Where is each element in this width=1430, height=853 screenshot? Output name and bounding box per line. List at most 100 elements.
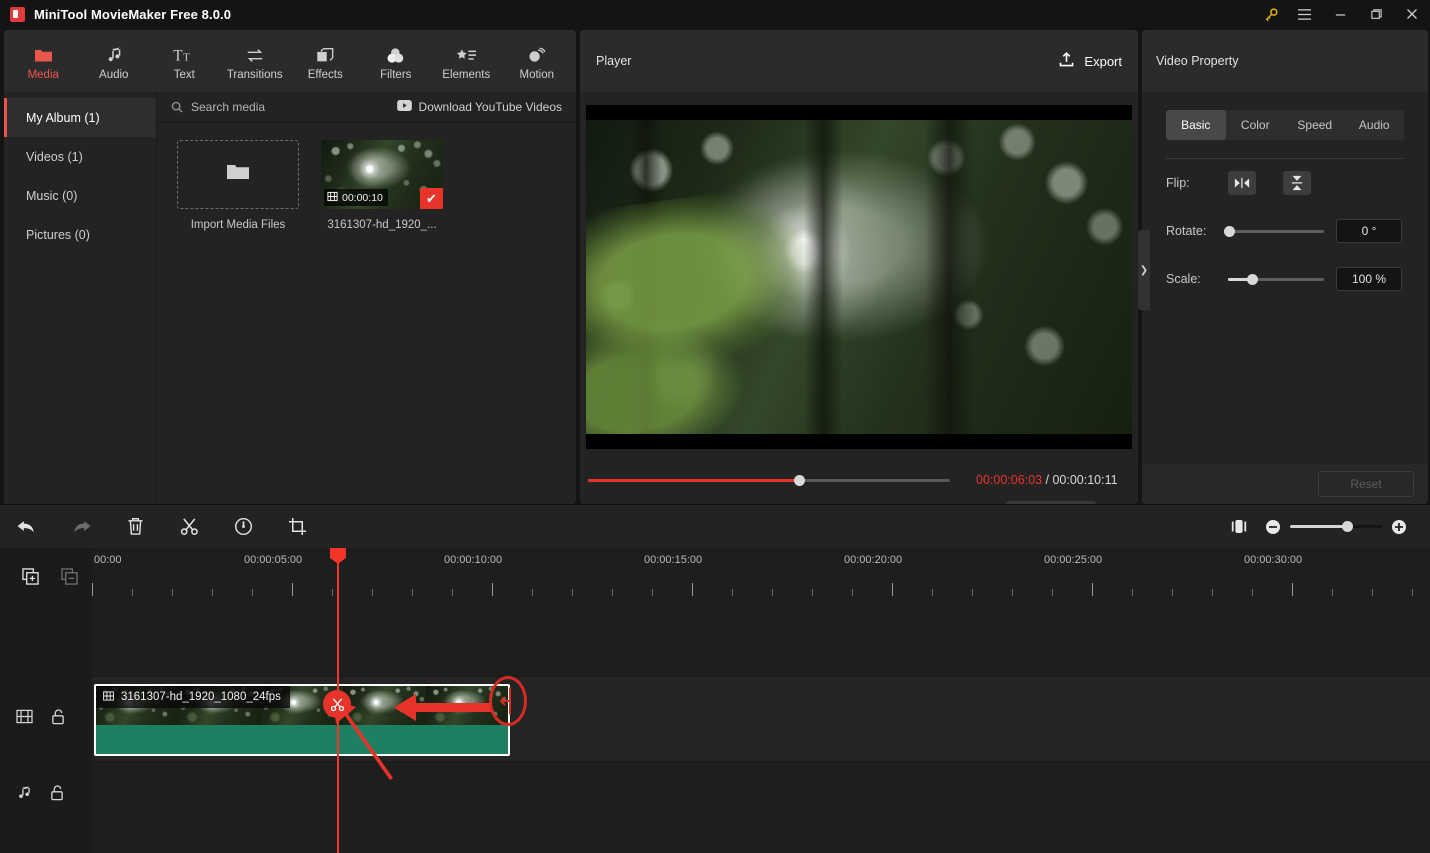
reset-button[interactable]: Reset (1318, 471, 1414, 497)
speedometer-icon[interactable] (216, 505, 270, 549)
crop-icon[interactable] (270, 505, 324, 549)
media-selected-check-icon[interactable]: ✔ (420, 188, 443, 209)
tab-label: Elements (442, 68, 491, 81)
search-input[interactable]: Search media (191, 100, 265, 114)
close-button[interactable] (1394, 0, 1430, 28)
flip-vertical-icon[interactable] (1283, 171, 1311, 195)
timeline-ruler[interactable]: 00:00 00:00:05:00 00:00:10:00 00:00:15:0… (92, 548, 1430, 610)
timeline-zoom-slider[interactable] (1290, 521, 1382, 532)
zoom-out-icon[interactable] (1256, 505, 1290, 549)
import-media-cell[interactable]: Import Media Files (177, 140, 299, 231)
ruler-label: 00:00:05:00 (244, 554, 303, 566)
tab-motion[interactable]: Motion (502, 30, 573, 92)
player-panel: Player Export 00:00:06:03 / 00:00:10:11 (580, 30, 1138, 525)
tab-label: Effects (307, 68, 343, 81)
ruler-minor-tick (1332, 589, 1333, 596)
flip-horizontal-icon[interactable] (1228, 171, 1256, 195)
ruler-minor-tick (1132, 589, 1133, 596)
clip-audio-waveform (96, 725, 508, 754)
unlock-icon[interactable] (50, 784, 64, 806)
export-upload-icon (1058, 51, 1075, 71)
trash-icon[interactable] (108, 505, 162, 549)
tab-audio[interactable]: Audio (1345, 110, 1405, 140)
preview-detail (924, 120, 974, 434)
timeline-empty-row[interactable] (92, 610, 1430, 676)
key-icon[interactable] (1256, 0, 1286, 28)
property-header: Video Property (1142, 30, 1428, 92)
tab-transitions[interactable]: Transitions (220, 30, 291, 92)
ruler-minor-tick (172, 589, 173, 596)
maximize-button[interactable] (1358, 0, 1394, 28)
minimize-button[interactable] (1322, 0, 1358, 28)
clip-thumb (343, 686, 426, 725)
fit-timeline-icon[interactable] (1222, 505, 1256, 549)
clip-name-badge: 3161307-hd_1920_1080_24fps (96, 686, 290, 708)
sidebar-item-pictures[interactable]: Pictures (0) (4, 215, 156, 254)
audio-track-header (0, 762, 92, 828)
timeline-clip[interactable]: 3161307-hd_1920_1080_24fps (94, 684, 510, 756)
tab-label: Speed (1297, 118, 1333, 132)
scale-value[interactable]: 100 % (1336, 267, 1402, 291)
remove-track-icon[interactable] (61, 568, 78, 590)
ruler-minor-tick (932, 589, 933, 596)
scissors-icon[interactable] (162, 505, 216, 549)
panel-collapse-chevron-right-icon[interactable]: ❯ (1138, 230, 1150, 310)
ruler-minor-tick (1172, 589, 1173, 596)
sidebar-item-music[interactable]: Music (0) (4, 176, 156, 215)
rotate-knob[interactable] (1224, 225, 1236, 237)
unlock-icon[interactable] (51, 708, 65, 730)
zoom-knob[interactable] (1341, 521, 1353, 532)
zoom-in-icon[interactable] (1382, 505, 1416, 549)
media-grid: Import Media Files 00:00:10 ✔ 3161307-hd… (157, 123, 576, 231)
ruler-minor-tick (252, 589, 253, 596)
rotate-slider[interactable] (1224, 225, 1324, 237)
undo-arrow-icon[interactable] (0, 505, 54, 549)
export-label: Export (1084, 53, 1122, 69)
hamburger-menu-icon[interactable] (1286, 0, 1322, 28)
scissors-split-button[interactable] (323, 690, 351, 718)
player-stage[interactable] (586, 105, 1132, 449)
player-progress-slider[interactable] (588, 474, 950, 486)
sidebar-item-videos[interactable]: Videos (1) (4, 137, 156, 176)
tab-effects[interactable]: Effects (290, 30, 361, 92)
sidebar-item-my-album[interactable]: My Album (1) (4, 98, 156, 137)
property-body: Basic Color Speed Audio Flip: Rotate: 0 … (1142, 92, 1428, 464)
main-tab-bar: Media Audio TT Text Transitions Effects (4, 30, 576, 92)
ruler-major-tick (492, 583, 493, 596)
time-separator: / (1042, 473, 1053, 487)
audio-track[interactable] (92, 762, 1430, 828)
progress-knob[interactable] (794, 474, 806, 486)
tab-elements[interactable]: Elements (431, 30, 502, 92)
tab-color[interactable]: Color (1226, 110, 1286, 140)
redo-arrow-icon[interactable] (54, 505, 108, 549)
clip-trim-handle[interactable] (499, 686, 514, 716)
ruler-minor-tick (1012, 589, 1013, 596)
add-track-icon[interactable] (22, 568, 39, 590)
tab-speed[interactable]: Speed (1285, 110, 1345, 140)
ruler-minor-tick (732, 589, 733, 596)
tab-basic[interactable]: Basic (1166, 110, 1226, 140)
rotate-value[interactable]: 0 ° (1336, 219, 1402, 243)
media-item[interactable]: 00:00:10 ✔ 3161307-hd_1920_... (321, 140, 443, 231)
video-track[interactable]: 3161307-hd_1920_1080_24fps (92, 676, 1430, 762)
track-headers (0, 548, 92, 853)
export-button[interactable]: Export (1058, 51, 1122, 71)
scale-slider[interactable] (1228, 273, 1324, 285)
scale-knob[interactable] (1246, 273, 1258, 285)
media-thumbnail[interactable]: 00:00:10 ✔ (321, 140, 443, 209)
ruler-label: 00:00:25:00 (1044, 554, 1103, 566)
tab-text[interactable]: TT Text (149, 30, 220, 92)
youtube-icon (396, 100, 412, 114)
download-youtube-videos-button[interactable]: Download YouTube Videos (396, 100, 562, 114)
album-label: Videos (1) (26, 149, 83, 164)
import-dropzone[interactable] (177, 140, 299, 209)
download-label: Download YouTube Videos (418, 100, 562, 114)
tab-audio[interactable]: Audio (79, 30, 150, 92)
ruler-minor-tick (972, 589, 973, 596)
tab-filters[interactable]: Filters (361, 30, 432, 92)
tab-media[interactable]: Media (8, 30, 79, 92)
tab-label: Transitions (226, 68, 283, 81)
flip-label: Flip: (1166, 176, 1190, 190)
track-actions (0, 548, 92, 610)
video-preview[interactable] (586, 120, 1132, 434)
